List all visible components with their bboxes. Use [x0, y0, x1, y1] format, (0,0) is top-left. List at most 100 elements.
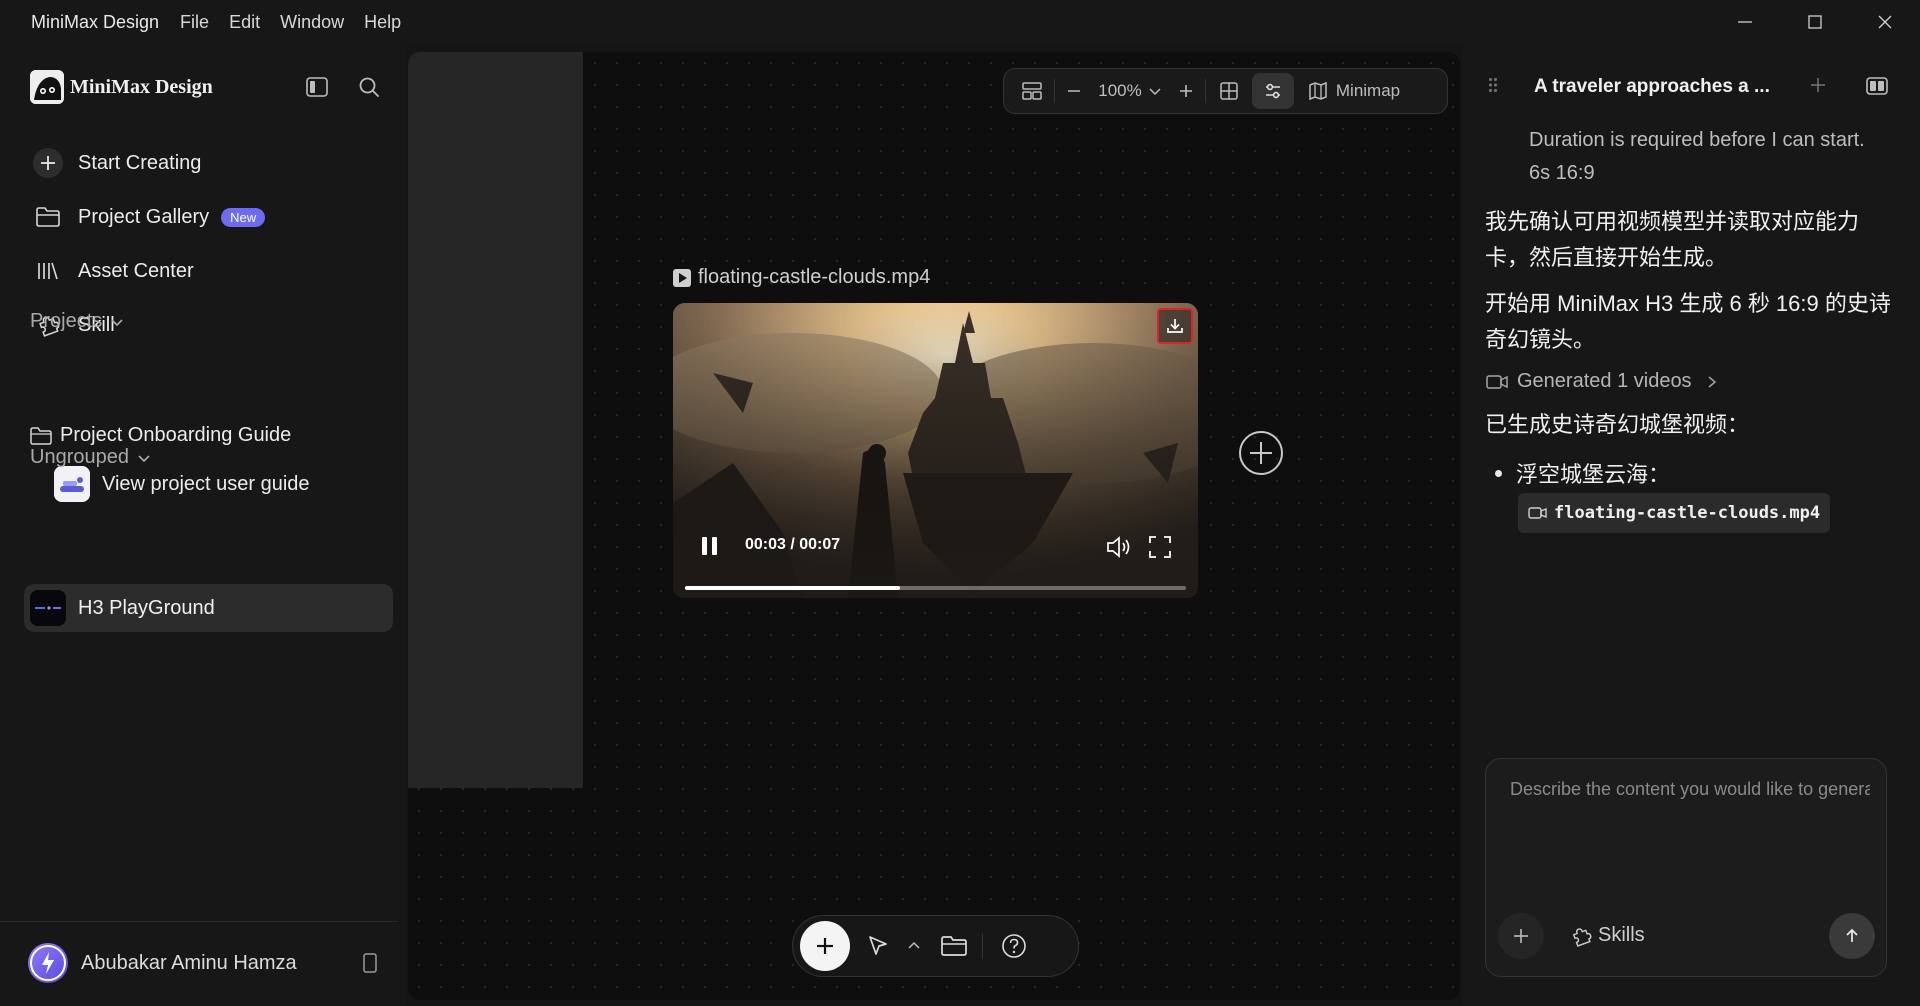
prompt-input[interactable]	[1510, 779, 1870, 800]
file-chip-label: floating-castle-clouds.mp4	[1554, 503, 1821, 523]
sidebar-panel-icon	[306, 77, 328, 97]
add-button[interactable]	[800, 921, 850, 971]
video-camera-icon	[1528, 507, 1547, 519]
skills-label: Skills	[1598, 924, 1645, 946]
ai-message: 我先确认可用视频模型并读取对应能力卡，然后直接开始生成。	[1485, 209, 1860, 270]
download-button[interactable]	[1157, 308, 1193, 344]
minimize-button[interactable]	[1710, 0, 1780, 44]
user-name: Abubakar Aminu Hamza	[81, 952, 297, 974]
device-button[interactable]	[362, 952, 378, 974]
grid-button[interactable]	[1206, 73, 1252, 109]
close-icon	[1878, 15, 1892, 29]
bottom-toolbar	[792, 915, 1079, 977]
view-project-user-guide[interactable]: View project user guide	[54, 466, 310, 502]
guide-item-label: View project user guide	[102, 472, 310, 495]
video-filename: floating-castle-clouds.mp4	[698, 266, 931, 288]
ungrouped-section-header[interactable]: Ungrouped	[30, 446, 151, 469]
split-panel-icon	[1866, 77, 1888, 95]
plus-icon	[1180, 85, 1192, 97]
video-camera-icon	[1486, 374, 1508, 389]
user-logo-icon	[30, 945, 66, 981]
maximize-button[interactable]	[1780, 0, 1850, 44]
map-icon	[1309, 81, 1327, 101]
canvas[interactable]: 100% Minimap floating-castle-clouds.mp4	[408, 52, 1460, 1000]
chat-panel: A traveler approaches a ... Duration is …	[1462, 44, 1920, 1006]
menu-edit[interactable]: Edit	[229, 12, 260, 33]
menu-window[interactable]: Window	[280, 12, 344, 33]
volume-icon	[1107, 536, 1130, 558]
tool-menu-toggle[interactable]	[902, 941, 926, 951]
video-time: 00:03 / 00:07	[745, 536, 841, 553]
chat-messages: Duration is required before I can start.…	[1485, 124, 1895, 533]
nav-start-creating[interactable]: Start Creating	[28, 136, 388, 190]
sidebar: MiniMax Design Start Creating Project Ga…	[0, 44, 406, 1006]
menu-help[interactable]: Help	[364, 12, 401, 33]
toggle-panel-button[interactable]	[1865, 76, 1889, 96]
folder-icon	[941, 936, 967, 956]
zoom-in-button[interactable]	[1167, 73, 1205, 109]
cursor-icon	[869, 936, 887, 955]
layout-button[interactable]	[1010, 73, 1054, 109]
nav-label: Start Creating	[78, 151, 202, 174]
list-item: 浮空城堡云海：	[1495, 457, 1895, 489]
generated-videos-toggle[interactable]: Generated 1 videos	[1485, 370, 1895, 393]
send-button[interactable]	[1829, 913, 1875, 959]
drag-handle-icon	[1489, 78, 1497, 92]
projects-header-label: Projects	[30, 310, 103, 332]
minimap-button[interactable]: Minimap	[1298, 73, 1410, 109]
composer: Skills	[1485, 758, 1887, 977]
help-icon	[1002, 934, 1026, 958]
fullscreen-button[interactable]	[1148, 535, 1172, 559]
project-onboarding-guide[interactable]: Project Onboarding Guide	[30, 424, 291, 447]
add-node-button[interactable]	[1238, 430, 1284, 476]
device-icon	[363, 953, 377, 973]
canvas-toolbar: 100% Minimap	[1003, 68, 1448, 114]
puzzle-icon	[1572, 927, 1592, 947]
zoom-out-button[interactable]	[1055, 73, 1093, 109]
new-chat-button[interactable]	[1809, 76, 1827, 94]
new-badge: New	[221, 207, 266, 227]
brand-logo-icon	[30, 70, 64, 104]
toggle-sidebar-button[interactable]	[304, 74, 330, 100]
pause-button[interactable]	[699, 535, 721, 557]
zoom-select[interactable]: 100%	[1093, 73, 1167, 109]
projects-section-header[interactable]: Projects	[30, 310, 124, 333]
nav-asset-center[interactable]: Asset Center	[28, 244, 388, 298]
connections-button[interactable]	[1252, 73, 1294, 109]
settings-sliders-icon	[1266, 83, 1280, 99]
skills-button[interactable]: Skills	[1570, 924, 1645, 947]
plus-icon	[1514, 929, 1528, 943]
nav-project-gallery[interactable]: Project Gallery New	[28, 190, 388, 244]
video-node-title[interactable]: floating-castle-clouds.mp4	[672, 266, 930, 289]
sidebar-footer: Abubakar Aminu Hamza	[0, 921, 398, 1006]
active-project-label: H3 PlayGround	[78, 596, 215, 619]
zoom-level: 100%	[1098, 81, 1142, 100]
grid-icon	[1220, 82, 1238, 100]
chevron-down-icon	[1149, 88, 1161, 96]
chevron-up-icon	[908, 941, 920, 949]
video-progress-bar[interactable]	[685, 586, 1186, 590]
attach-button[interactable]	[1498, 913, 1544, 959]
layout-icon	[1022, 82, 1042, 100]
volume-button[interactable]	[1105, 535, 1133, 559]
brand[interactable]: MiniMax Design	[30, 70, 213, 104]
search-button[interactable]	[356, 74, 382, 100]
video-player[interactable]: 00:03 / 00:07	[673, 303, 1198, 598]
chevron-down-icon	[111, 318, 123, 326]
bullet-text: 浮空城堡云海：	[1516, 462, 1671, 487]
menu-file[interactable]: File	[180, 12, 209, 33]
project-h3-playground[interactable]: H3 PlayGround	[24, 584, 393, 632]
avatar[interactable]	[28, 943, 68, 983]
file-chip[interactable]: floating-castle-clouds.mp4	[1518, 493, 1831, 533]
ai-message: 开始用 MiniMax H3 生成 6 秒 16:9 的史诗奇幻镜头。	[1485, 291, 1891, 352]
maximize-icon	[1808, 15, 1822, 29]
drag-handle[interactable]	[1488, 77, 1498, 93]
open-folder-button[interactable]	[926, 934, 982, 958]
close-button[interactable]	[1850, 0, 1920, 44]
select-tool-button[interactable]	[854, 934, 902, 958]
ai-message: 已生成史诗奇幻城堡视频：	[1485, 412, 1750, 437]
chevron-right-icon	[1708, 375, 1716, 388]
library-icon	[28, 251, 68, 291]
help-button[interactable]	[983, 933, 1045, 959]
pause-icon	[702, 537, 717, 555]
